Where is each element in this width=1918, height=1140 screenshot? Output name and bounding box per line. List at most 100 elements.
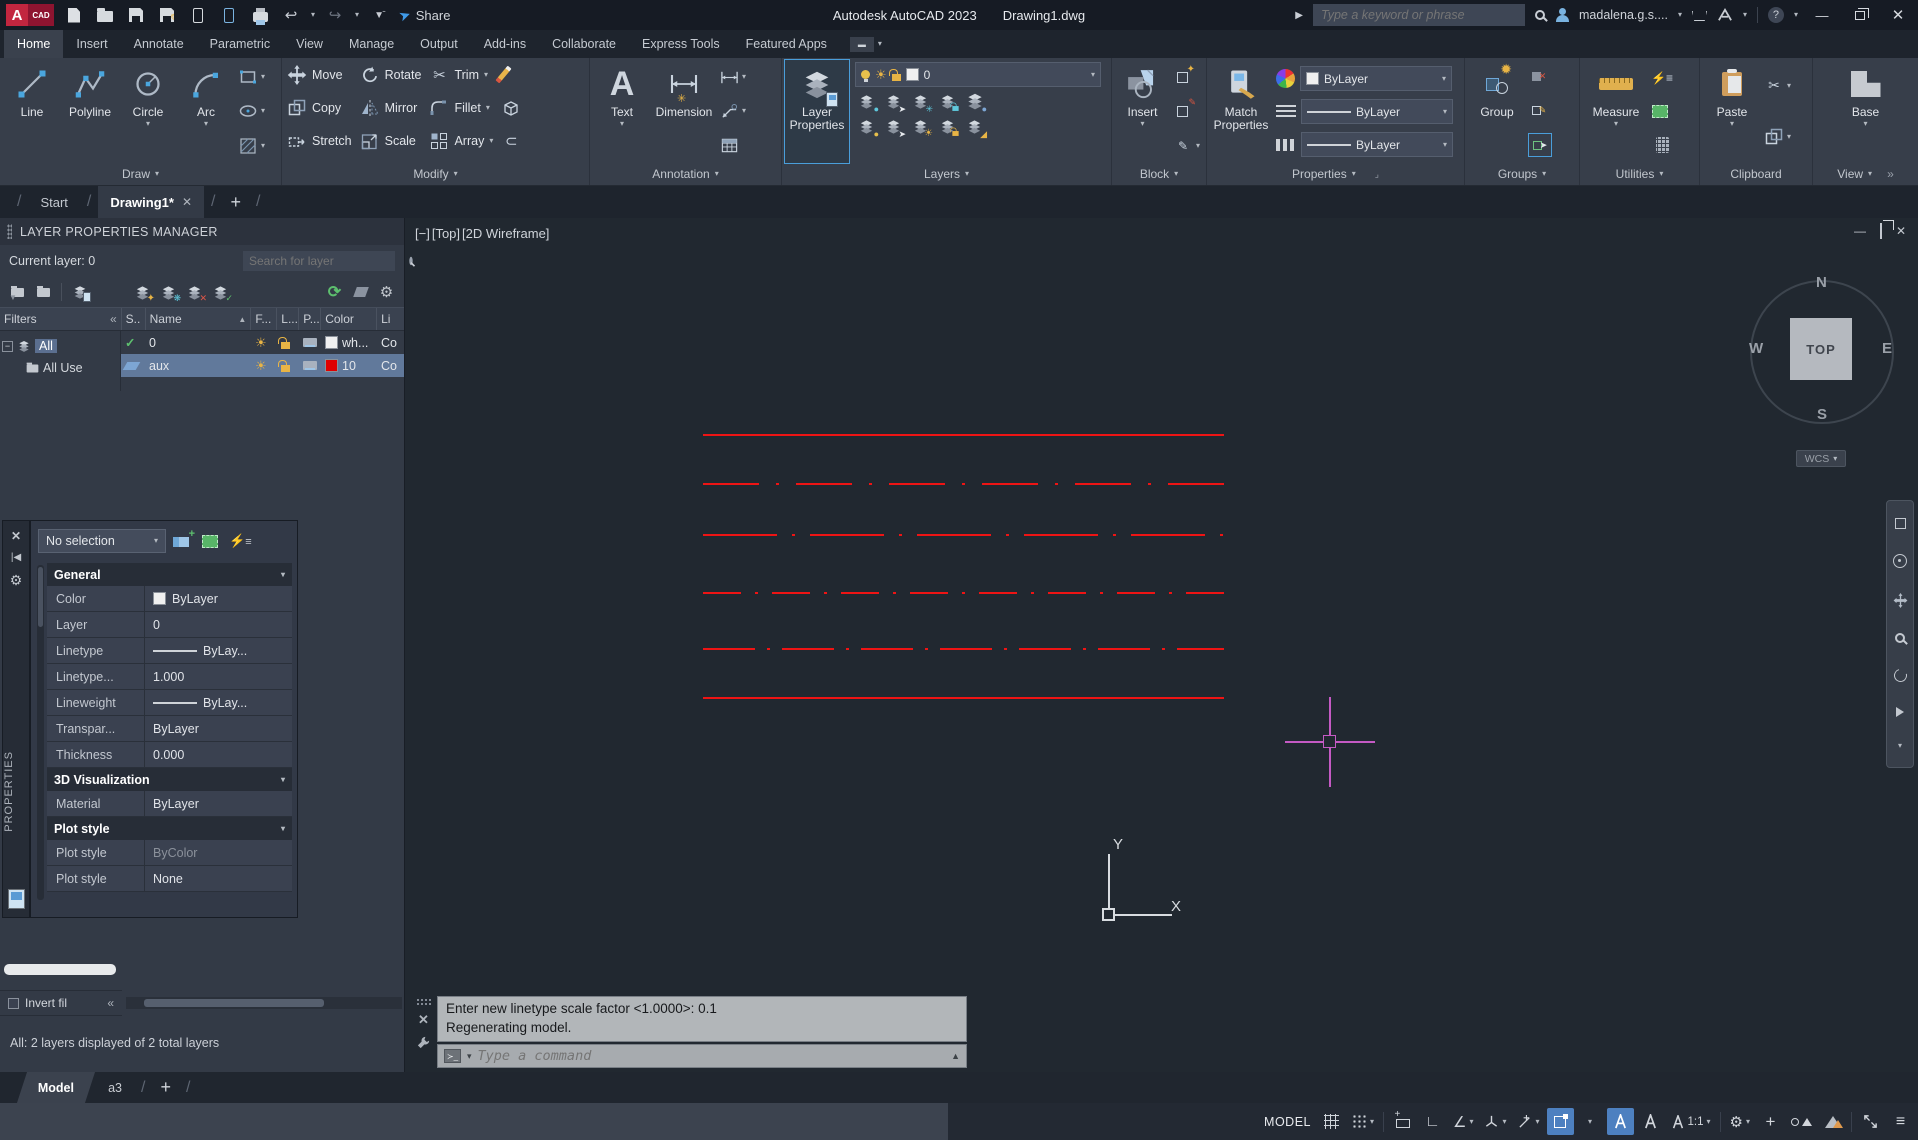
navbar-more-icon[interactable]: ▾ <box>1898 742 1902 750</box>
move-button[interactable]: Move <box>287 65 352 85</box>
layer-thaw-button[interactable]: ☀ <box>909 115 932 137</box>
properties-panel-launcher[interactable]: ⌟ <box>1375 169 1379 180</box>
property-row-linetype[interactable]: LinetypeByLay... <box>47 638 292 664</box>
panel-label-block[interactable]: Block▾ <box>1112 163 1206 185</box>
autoscale-button[interactable] <box>1637 1108 1664 1135</box>
layer-row-0[interactable]: ✓ 0 ☀ wh... Co <box>121 331 404 354</box>
viewport-close-icon[interactable]: ✕ <box>1896 224 1906 238</box>
viewcube-east[interactable]: E <box>1882 340 1892 357</box>
layer-unlock-button[interactable] <box>936 115 959 137</box>
property-row-layer[interactable]: Layer0 <box>47 612 292 638</box>
leader-button[interactable]: ▾ <box>720 102 746 121</box>
help-search-input[interactable] <box>1321 8 1517 22</box>
full-navigation-wheel-icon[interactable] <box>1893 554 1907 568</box>
redo-dropdown[interactable]: ▾ <box>355 11 359 19</box>
command-recent-icon[interactable]: ≻_ <box>444 1049 461 1063</box>
tab-model[interactable]: Model <box>17 1072 95 1103</box>
help-icon[interactable]: ? <box>1768 7 1784 23</box>
create-block-button[interactable]: ✦ <box>1173 67 1200 87</box>
customization-button[interactable]: ≡ <box>1887 1108 1914 1135</box>
tab-collaborate[interactable]: Collaborate <box>539 30 629 58</box>
viewport-view-control[interactable]: [Top] <box>432 226 460 241</box>
delete-layer-button[interactable]: ✕ <box>183 281 206 303</box>
app-menu-button[interactable]: ACAD <box>6 4 54 26</box>
explode-button[interactable] <box>501 98 527 118</box>
panel-label-groups[interactable]: Groups▾ <box>1465 163 1579 185</box>
layer-freeze-button[interactable]: ✳ <box>909 90 932 112</box>
close-properties-icon[interactable]: ✕ <box>11 529 21 543</box>
pan-icon[interactable] <box>1893 593 1908 608</box>
property-row-thickness[interactable]: Thickness0.000 <box>47 742 292 768</box>
tab-view[interactable]: View <box>283 30 336 58</box>
color-wheel-icon[interactable] <box>1276 69 1295 88</box>
new-layout-button[interactable]: + <box>152 1072 179 1103</box>
section-plot-style[interactable]: Plot style▾ <box>47 817 292 840</box>
filters-scrollbar[interactable] <box>4 964 116 975</box>
linetype-dropdown[interactable]: ByLayer▾ <box>1301 132 1453 157</box>
property-row-plot-style[interactable]: Plot styleByColor <box>47 840 292 866</box>
panel-label-view[interactable]: View▾» <box>1813 163 1918 185</box>
layer-row-aux[interactable]: aux ☀ 10 Co <box>121 354 404 377</box>
help-dropdown[interactable]: ▾ <box>1794 11 1798 19</box>
snap-mode-button[interactable]: ▾ <box>1348 1108 1378 1135</box>
ellipse-button[interactable]: ▾ <box>238 101 265 121</box>
autohide-icon[interactable]: |◀ <box>11 552 21 563</box>
object-snap-button[interactable] <box>1547 1108 1574 1135</box>
open-file-button[interactable] <box>94 4 116 26</box>
section-3d-visualization[interactable]: 3D Visualization▾ <box>47 768 292 791</box>
ribbon-minimize-button[interactable]: ▬ <box>850 37 874 52</box>
lineweight-icon[interactable] <box>1276 105 1296 119</box>
file-tab-start[interactable]: Start <box>28 186 79 218</box>
annotation-monitor-button[interactable]: + <box>1757 1108 1784 1135</box>
panel-label-draw[interactable]: Draw▾ <box>0 163 281 185</box>
isolate-objects-button[interactable] <box>1787 1108 1816 1135</box>
qat-customize-button[interactable]: ▼̄ <box>368 4 390 26</box>
column-plot[interactable]: P... <box>299 308 321 330</box>
viewcube-south[interactable]: S <box>1817 406 1827 423</box>
collapse-filters-icon[interactable]: « <box>110 312 117 326</box>
layer-off-button[interactable]: ● <box>855 90 878 112</box>
collapse-invert-icon[interactable]: « <box>107 996 114 1010</box>
save-as-button[interactable]: ✎ <box>156 4 178 26</box>
clean-screen-button[interactable] <box>1857 1108 1884 1135</box>
properties-scrollbar[interactable] <box>37 565 44 900</box>
polar-tracking-button[interactable]: ∠▾ <box>1449 1108 1477 1135</box>
panel-label-annotation[interactable]: Annotation▾ <box>590 163 781 185</box>
viewport-minimize-icon[interactable]: — <box>1854 224 1866 238</box>
table-button[interactable] <box>720 136 746 155</box>
command-input[interactable] <box>478 1048 946 1064</box>
layer-lock-button[interactable] <box>936 90 959 112</box>
base-button[interactable]: Base▾ <box>1837 60 1895 163</box>
viewport-restore-icon[interactable] <box>1880 224 1882 238</box>
text-button[interactable]: AText▾ <box>593 60 651 163</box>
viewcube-west[interactable]: W <box>1749 340 1763 357</box>
tab-add-ins[interactable]: Add-ins <box>471 30 539 58</box>
rotate-button[interactable]: Rotate <box>360 65 422 85</box>
column-color[interactable]: Color <box>321 308 377 330</box>
show-motion-icon[interactable] <box>1896 707 1904 717</box>
tab-output[interactable]: Output <box>407 30 471 58</box>
filters-header[interactable]: Filters« <box>0 308 122 330</box>
polyline-button[interactable]: Polyline <box>61 60 119 163</box>
command-grip[interactable] <box>416 998 432 1005</box>
tab-home[interactable]: Home <box>4 30 63 58</box>
tree-collapse-icon[interactable]: − <box>2 341 13 352</box>
property-row-material[interactable]: MaterialByLayer <box>47 791 292 817</box>
layer-list-scrollbar-track[interactable] <box>126 997 402 1009</box>
properties-settings-icon[interactable]: ⚙ <box>10 572 23 589</box>
layer-settings-button[interactable]: ⚙ <box>375 281 398 303</box>
object-color-dropdown[interactable]: ByLayer▾ <box>1300 66 1452 91</box>
panel-label-properties[interactable]: Properties▾⌟ <box>1207 163 1464 185</box>
rectangle-button[interactable]: ▾ <box>238 67 265 87</box>
model-space-button[interactable]: MODEL <box>1260 1108 1315 1135</box>
column-status[interactable]: S.. <box>122 308 146 330</box>
viewport-visual-style-control[interactable]: [2D Wireframe] <box>462 226 549 241</box>
toggle-pickadd-button[interactable]: + <box>173 533 189 550</box>
restore-button[interactable] <box>1846 3 1874 27</box>
properties-bottom-icon[interactable] <box>8 889 25 909</box>
erase-button[interactable] <box>501 65 527 84</box>
edit-block-button[interactable]: ✎ <box>1173 101 1200 121</box>
selection-dropdown[interactable]: No selection▾ <box>38 529 166 553</box>
group-selection-toggle[interactable]: ➤ <box>1529 134 1551 156</box>
refresh-button[interactable]: ⟳ <box>323 281 346 303</box>
